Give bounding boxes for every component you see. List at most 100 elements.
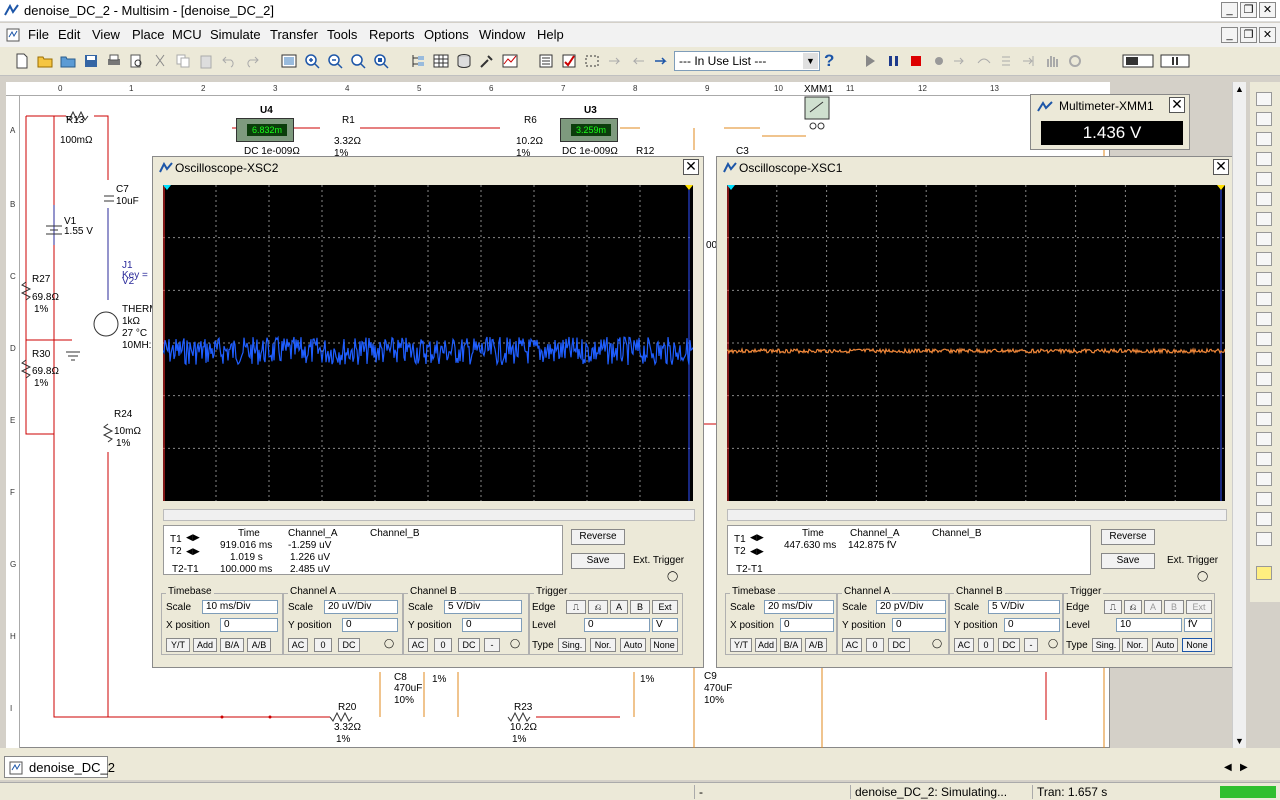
menu-file[interactable]: File	[28, 27, 49, 42]
scope1-level-unit[interactable]: V	[652, 618, 678, 632]
interactive-sim-icon[interactable]	[1122, 53, 1154, 69]
scope1-chb-minus-button[interactable]: -	[484, 638, 500, 652]
instrument-bode-plotter-icon[interactable]	[1256, 192, 1272, 206]
scope1-type-none-button[interactable]: None	[650, 638, 678, 652]
scope2-chb-ac-button[interactable]: AC	[954, 638, 974, 652]
scope2-hscrollbar[interactable]	[727, 509, 1227, 521]
workspace-vscrollbar[interactable]: ▲ ▼	[1232, 82, 1246, 748]
r20-label[interactable]: R20	[338, 702, 356, 713]
chevron-down-icon[interactable]: ▼	[803, 53, 818, 69]
instrument-spectrum-icon[interactable]	[1256, 332, 1272, 346]
instrument-multimeter-icon[interactable]	[1256, 92, 1272, 106]
scope1-add-button[interactable]: Add	[193, 638, 217, 652]
scope1-edge-ext-button[interactable]: Ext	[652, 600, 678, 614]
instrument-function-generator-icon[interactable]	[1256, 112, 1272, 126]
scope1-cha-scale-field[interactable]: 20 uV/Div	[324, 600, 398, 614]
grapher-icon[interactable]	[502, 53, 518, 69]
menu-simulate[interactable]: Simulate	[210, 27, 261, 42]
falling-edge-icon[interactable]: ⎌	[588, 600, 608, 614]
scope2-close-icon[interactable]: ✕	[1213, 159, 1229, 175]
scope2-edge-a-button[interactable]: A	[1144, 600, 1162, 614]
instrument-logic-converter-icon[interactable]	[1256, 272, 1272, 286]
instrument-distortion-icon[interactable]	[1256, 312, 1272, 326]
scope1-close-icon[interactable]: ✕	[683, 159, 699, 175]
backannotate-icon[interactable]	[630, 53, 646, 69]
menu-edit[interactable]: Edit	[58, 27, 80, 42]
scope1-ba-button[interactable]: B/A	[220, 638, 244, 652]
undo-icon[interactable]	[221, 53, 237, 69]
voltage-probe-icon[interactable]	[1256, 566, 1272, 580]
restore-button[interactable]: ❐	[1240, 2, 1257, 18]
scope1-screen[interactable]	[162, 185, 694, 501]
menu-tools[interactable]: Tools	[327, 27, 357, 42]
menu-help[interactable]: Help	[537, 27, 564, 42]
cursor-arrows-icon[interactable]: ◀▶	[186, 546, 200, 557]
cut-icon[interactable]	[152, 53, 168, 69]
scope2-chb-0-button[interactable]: 0	[978, 638, 994, 652]
r13-label[interactable]: R13	[66, 115, 84, 126]
falling-edge-icon[interactable]: ⎌	[1124, 600, 1142, 614]
instrument-freq-counter-icon[interactable]	[1256, 212, 1272, 226]
redo-icon[interactable]	[244, 53, 260, 69]
doc-close-button[interactable]: ✕	[1259, 27, 1276, 43]
c8-label[interactable]: C8	[394, 672, 407, 683]
scope1-cha-terminal-icon[interactable]: ◯	[384, 638, 394, 649]
scope2-chb-ypos-field[interactable]: 0	[1004, 618, 1060, 632]
scope2-ab-button[interactable]: A/B	[805, 638, 827, 652]
save-icon[interactable]	[83, 53, 99, 69]
scope2-type-single-button[interactable]: Sing.	[1092, 638, 1120, 652]
fullscreen-icon[interactable]	[281, 53, 297, 69]
forward-annotate-icon[interactable]	[653, 53, 669, 69]
u4-meter[interactable]: 6.832m	[236, 118, 294, 142]
r27-label[interactable]: R27	[32, 274, 50, 285]
instrument-wattmeter-icon[interactable]	[1256, 132, 1272, 146]
zoom-area-icon[interactable]	[350, 53, 366, 69]
scope1-ext-trigger-terminal[interactable]: ◯	[667, 571, 678, 582]
scope2-header[interactable]: Oscilloscope-XSC1 ✕	[717, 157, 1233, 179]
scope2-yt-button[interactable]: Y/T	[730, 638, 752, 652]
scope1-type-normal-button[interactable]: Nor.	[590, 638, 616, 652]
u3-label[interactable]: U3	[584, 105, 597, 116]
scope1-cha-dc-button[interactable]: DC	[338, 638, 360, 652]
scope2-save-button[interactable]: Save	[1101, 553, 1155, 569]
scope2-cha-dc-button[interactable]: DC	[888, 638, 910, 652]
menu-transfer[interactable]: Transfer	[270, 27, 318, 42]
probe-hand-icon[interactable]	[1044, 53, 1060, 69]
scope2-cha-ypos-field[interactable]: 0	[892, 618, 946, 632]
scope1-hscrollbar[interactable]	[163, 509, 695, 521]
scope1-cha-0-button[interactable]: 0	[314, 638, 332, 652]
scope1-tb-scale-field[interactable]: 10 ms/Div	[202, 600, 278, 614]
scope2-tb-scale-field[interactable]: 20 ms/Div	[764, 600, 834, 614]
scope2-edge-b-button[interactable]: B	[1164, 600, 1184, 614]
scope2-cha-ac-button[interactable]: AC	[842, 638, 862, 652]
erc-icon[interactable]	[561, 53, 577, 69]
scope1-save-button[interactable]: Save	[571, 553, 625, 569]
menu-window[interactable]: Window	[479, 27, 525, 42]
scope2-add-button[interactable]: Add	[755, 638, 777, 652]
scope2-chb-dc-button[interactable]: DC	[998, 638, 1020, 652]
menu-view[interactable]: View	[92, 27, 120, 42]
scope1-cha-ac-button[interactable]: AC	[288, 638, 308, 652]
rising-edge-icon[interactable]: ⎍	[566, 600, 586, 614]
in-use-list-combo[interactable]: --- In Use List --- ▼	[674, 51, 820, 71]
help-icon[interactable]: ?	[824, 51, 838, 70]
scope1-chb-terminal-icon[interactable]: ◯	[510, 638, 520, 649]
instrument-agilent-fg-icon[interactable]	[1256, 372, 1272, 386]
component-wizard-icon[interactable]	[479, 53, 495, 69]
scope2-type-normal-button[interactable]: Nor.	[1122, 638, 1148, 652]
instrument-logic-analyzer-icon[interactable]	[1256, 252, 1272, 266]
sim-pause-toggle-icon[interactable]	[1160, 53, 1190, 69]
u3-meter[interactable]: 3.259m	[560, 118, 618, 142]
instrument-4ch-scope-icon[interactable]	[1256, 172, 1272, 186]
scope1-type-auto-button[interactable]: Auto	[620, 638, 646, 652]
transfer-icon[interactable]	[607, 53, 623, 69]
scope2-reverse-button[interactable]: Reverse	[1101, 529, 1155, 545]
scope2-ba-button[interactable]: B/A	[780, 638, 802, 652]
scope2-level-unit[interactable]: fV	[1184, 618, 1212, 632]
instrument-agilent-scope-icon[interactable]	[1256, 412, 1272, 426]
scope2-type-none-button[interactable]: None	[1182, 638, 1212, 652]
copy-icon[interactable]	[175, 53, 191, 69]
scope1-chb-ypos-field[interactable]: 0	[462, 618, 522, 632]
minimize-button[interactable]: _	[1221, 2, 1238, 18]
scroll-up-icon[interactable]: ▲	[1235, 84, 1244, 94]
